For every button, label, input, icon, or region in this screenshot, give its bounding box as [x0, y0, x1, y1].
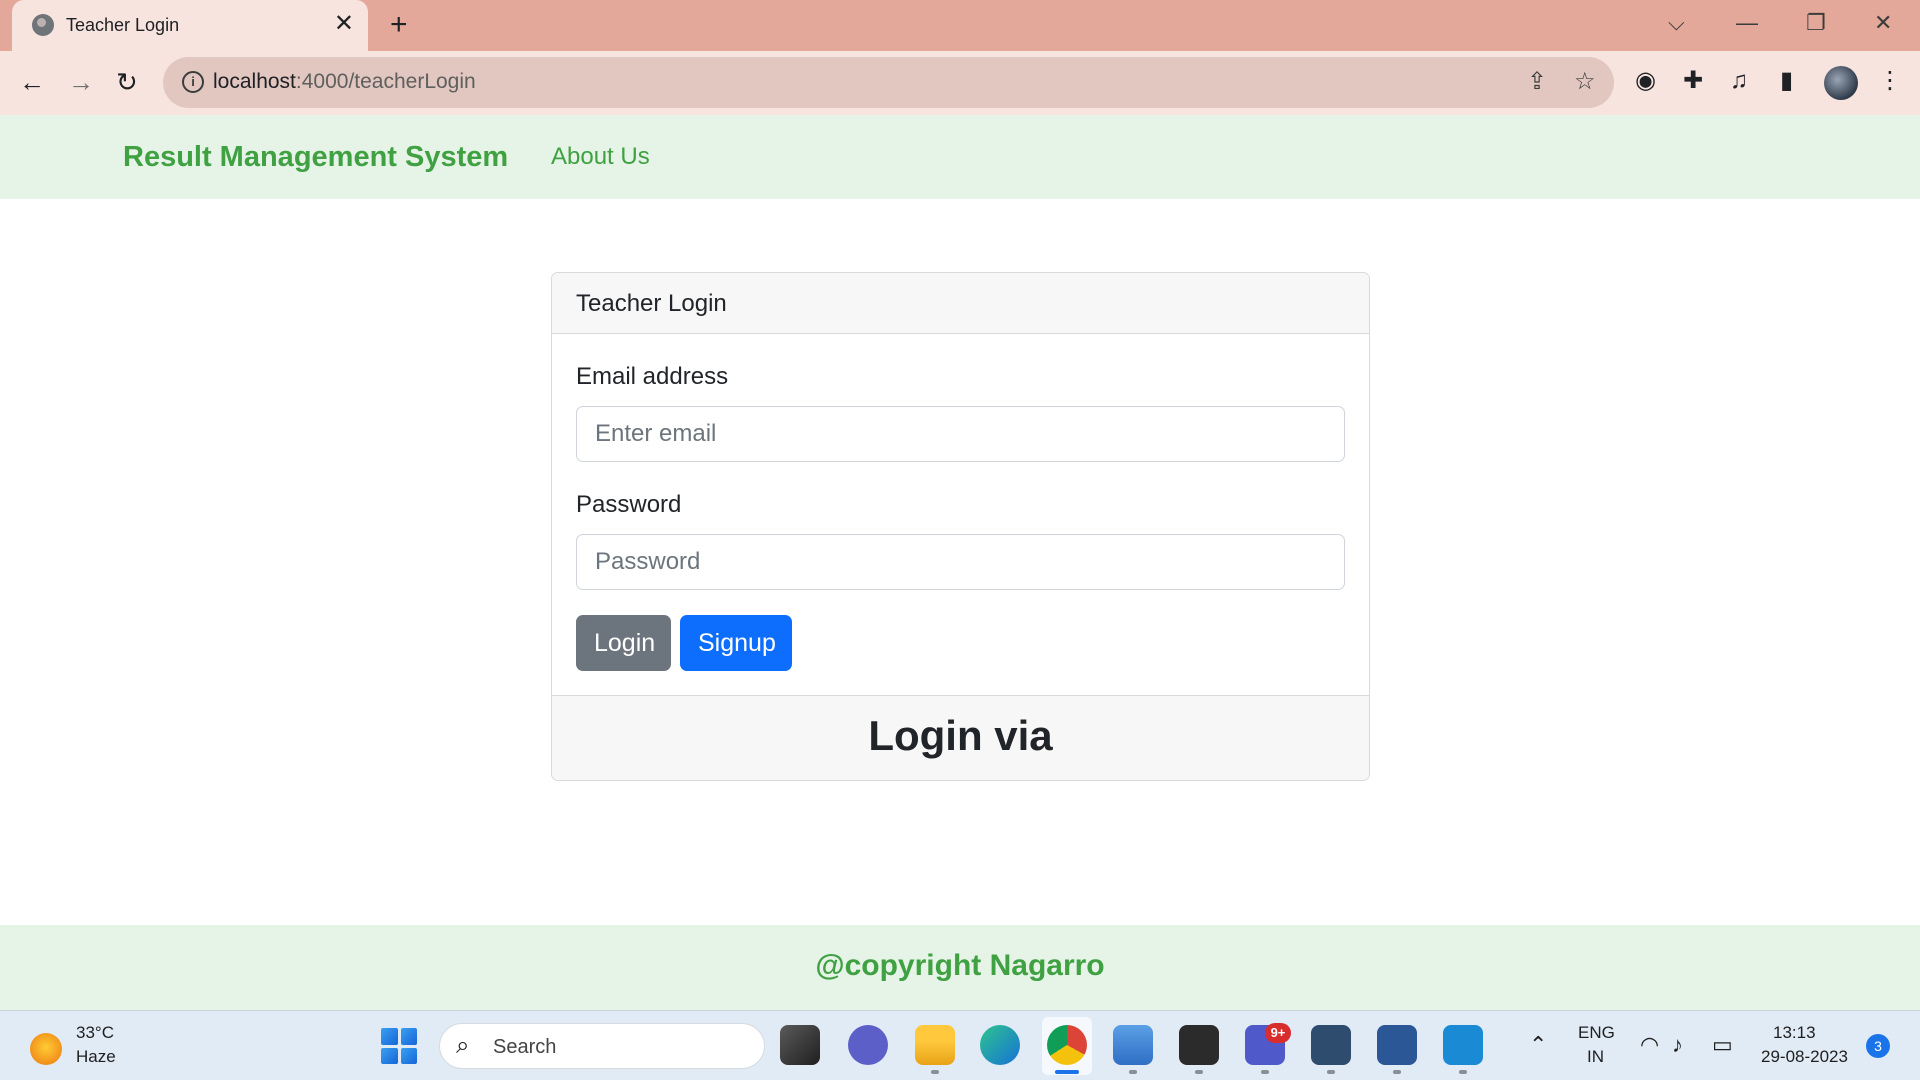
battery-icon[interactable]: ▭ — [1712, 1033, 1733, 1057]
weather-temperature[interactable]: 33°C — [76, 1023, 114, 1043]
bookmark-star-icon[interactable]: ☆ — [1574, 68, 1596, 96]
media-control-icon[interactable]: ♫ — [1730, 66, 1748, 96]
minimize-button[interactable]: — — [1736, 6, 1758, 40]
mysql-workbench-icon[interactable] — [1311, 1025, 1351, 1065]
signup-button[interactable]: Signup — [680, 615, 792, 671]
close-window-button[interactable]: ✕ — [1874, 6, 1892, 40]
forward-icon[interactable]: → — [68, 65, 94, 99]
back-icon[interactable]: ← — [19, 65, 45, 99]
card-title: Teacher Login — [576, 290, 727, 317]
browser-menu-icon[interactable]: ⋮ — [1878, 66, 1902, 96]
about-us-link[interactable]: About Us — [551, 143, 650, 171]
site-navbar: Result Management System About Us — [0, 115, 1920, 199]
file-explorer-icon[interactable] — [915, 1025, 955, 1065]
wifi-icon[interactable]: ◠ — [1640, 1033, 1659, 1057]
taskbar-search[interactable]: ⌕ Search — [439, 1023, 765, 1069]
extensions-puzzle-icon[interactable]: ✚ — [1683, 66, 1703, 96]
restore-button[interactable]: ❐ — [1806, 6, 1826, 40]
copyright-text: @copyright Nagarro — [815, 949, 1105, 982]
tab-search-icon[interactable]: ⌵ — [1668, 6, 1685, 40]
edge-icon[interactable] — [980, 1025, 1020, 1065]
weather-haze-icon[interactable] — [30, 1033, 62, 1065]
new-tab-button[interactable]: + — [390, 8, 408, 42]
language-code[interactable]: ENG — [1578, 1023, 1615, 1043]
browser-tab[interactable]: Teacher Login ✕ — [12, 0, 368, 51]
url-host: localhost — [213, 70, 296, 93]
url-path: :4000/teacherLogin — [295, 70, 476, 93]
language-region[interactable]: IN — [1587, 1047, 1604, 1067]
card-header: Teacher Login — [552, 273, 1369, 334]
share-icon[interactable]: ⇪ — [1527, 68, 1547, 96]
clock-date[interactable]: 29-08-2023 — [1761, 1047, 1848, 1067]
side-panel-icon[interactable]: ▮ — [1780, 66, 1793, 96]
email-label: Email address — [576, 363, 729, 390]
browser-tab-strip: Teacher Login ✕ + ⌵ — ❐ ✕ — [0, 0, 1920, 51]
card-footer: Login via — [552, 695, 1369, 780]
chat-icon[interactable] — [848, 1025, 888, 1065]
site-info-icon[interactable]: i — [182, 71, 204, 93]
vscode-icon[interactable] — [1443, 1025, 1483, 1065]
word-icon[interactable] — [1377, 1025, 1417, 1065]
globe-icon — [32, 14, 54, 36]
search-icon: ⌕ — [456, 1032, 470, 1059]
clock-time[interactable]: 13:13 — [1773, 1023, 1816, 1043]
chevron-up-icon[interactable]: ⌃ — [1529, 1033, 1547, 1057]
taskbar: 33°C Haze ⌕ Search 9+ ⌃ ENG IN ◠ ♪ ▭ 13:… — [0, 1010, 1920, 1080]
reload-icon[interactable]: ↻ — [116, 65, 138, 99]
url-text[interactable]: localhost:4000/teacherLogin — [213, 70, 476, 94]
start-button[interactable] — [381, 1028, 417, 1064]
login-card: Teacher Login Email address Password Log… — [551, 272, 1370, 781]
extension-icon[interactable]: ◉ — [1635, 66, 1656, 96]
teams-notification-badge: 9+ — [1265, 1023, 1291, 1043]
address-bar[interactable]: i localhost:4000/teacherLogin ⇪ ☆ — [163, 57, 1614, 108]
terminal-icon[interactable] — [1179, 1025, 1219, 1065]
password-label: Password — [576, 491, 682, 518]
notepad-icon[interactable] — [1113, 1025, 1153, 1065]
password-field[interactable] — [576, 534, 1345, 590]
tab-title: Teacher Login — [66, 15, 180, 35]
weather-description[interactable]: Haze — [76, 1047, 116, 1067]
taskbar-search-placeholder: Search — [493, 1036, 557, 1058]
chrome-icon[interactable] — [1047, 1025, 1087, 1065]
task-view-icon[interactable] — [780, 1025, 820, 1065]
volume-icon[interactable]: ♪ — [1672, 1033, 1683, 1057]
login-button[interactable]: Login — [576, 615, 671, 671]
profile-avatar[interactable] — [1824, 66, 1858, 100]
notification-count-badge[interactable]: 3 — [1866, 1034, 1890, 1058]
login-via-heading: Login via — [868, 712, 1053, 759]
tab-close-icon[interactable]: ✕ — [334, 9, 354, 39]
email-field[interactable] — [576, 406, 1345, 462]
site-footer: @copyright Nagarro — [0, 925, 1920, 1010]
navbar-brand[interactable]: Result Management System — [123, 141, 508, 174]
